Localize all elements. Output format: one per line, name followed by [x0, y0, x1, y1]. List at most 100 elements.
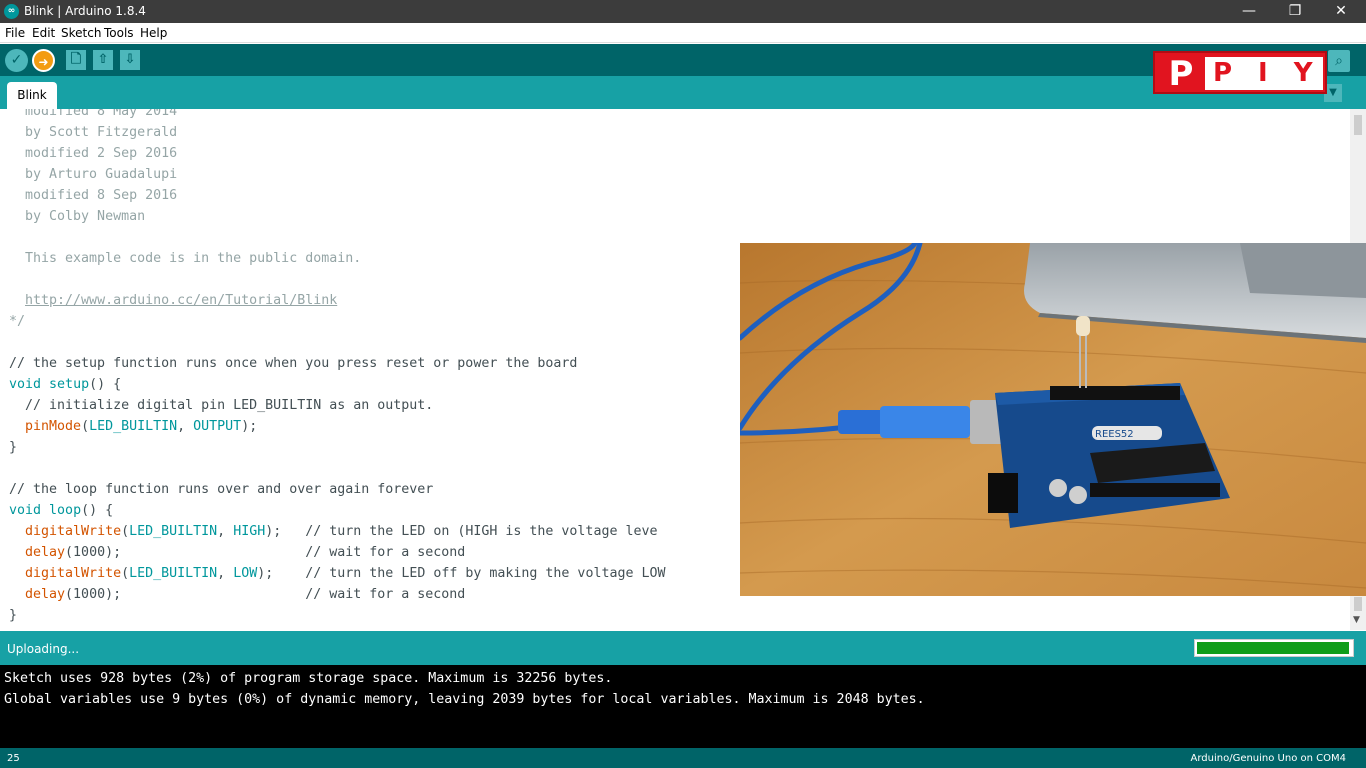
code-token: (: [121, 566, 130, 581]
scrollbar-thumb[interactable]: [1354, 115, 1362, 135]
code-line: http://www.arduino.cc/en/Tutorial/Blink: [9, 290, 666, 311]
code-line: modified 2 Sep 2016: [9, 143, 666, 164]
code-line: void setup() {: [9, 374, 666, 395]
code-token: modified 8 May 2014: [9, 109, 178, 119]
window-title: Blink | Arduino 1.8.4: [24, 4, 146, 18]
code-line: */: [9, 311, 666, 332]
code-token: modified 8 Sep 2016: [9, 188, 178, 203]
line-number: 25: [7, 753, 20, 764]
board-photo-illustration: REES52: [740, 243, 1366, 596]
code-line: // initialize digital pin LED_BUILTIN as…: [9, 395, 666, 416]
scroll-down-icon[interactable]: ▼: [1353, 615, 1360, 625]
minimize-button[interactable]: —: [1226, 0, 1272, 23]
code-token: (: [81, 419, 90, 434]
open-arrow-up-icon: ⇧: [97, 52, 109, 67]
menu-bar: File Edit Sketch Tools Help: [0, 23, 1366, 43]
upload-progress-fill: [1197, 642, 1349, 654]
menu-sketch[interactable]: Sketch: [61, 26, 101, 40]
code-token: ); // turn the LED on (HIGH is the volta…: [265, 524, 658, 539]
code-token: () {: [89, 377, 122, 392]
code-text: modified 8 May 2014 by Scott Fitzgerald …: [9, 109, 666, 626]
arduino-board-photo: REES52: [740, 243, 1366, 596]
code-line: delay(1000); // wait for a second: [9, 542, 666, 563]
code-token: by Scott Fitzgerald: [9, 125, 178, 140]
code-token: This example code is in the public domai…: [9, 251, 362, 266]
code-line: by Colby Newman: [9, 206, 666, 227]
code-token: HIGH: [233, 524, 266, 539]
board-port: Arduino/Genuino Uno on COM4: [1190, 753, 1347, 764]
code-token: by Arturo Guadalupi: [9, 167, 178, 182]
code-token: (1000); // wait for a second: [65, 587, 466, 602]
new-sketch-button[interactable]: 🗋: [66, 50, 86, 70]
code-line: modified 8 May 2014: [9, 109, 666, 122]
code-token: LED_BUILTIN: [129, 524, 218, 539]
verify-button[interactable]: ✓: [5, 49, 28, 72]
code-token[interactable]: http://www.arduino.cc/en/Tutorial/Blink: [25, 293, 337, 308]
code-token: digitalWrite: [25, 524, 122, 539]
code-token: delay: [25, 587, 66, 602]
code-token: // the setup function runs once when you…: [9, 356, 578, 371]
code-line: by Scott Fitzgerald: [9, 122, 666, 143]
code-token: LOW: [233, 566, 258, 581]
code-token: // the loop function runs over and over …: [9, 482, 434, 497]
status-bar: Uploading...: [0, 631, 1366, 665]
code-line: delay(1000); // wait for a second: [9, 584, 666, 605]
code-token: }: [9, 608, 18, 623]
upload-button[interactable]: ➜: [32, 49, 55, 72]
code-line: void loop() {: [9, 500, 666, 521]
restore-button[interactable]: ❐: [1272, 0, 1318, 23]
code-token: digitalWrite: [25, 566, 122, 581]
code-token: by Colby Newman: [9, 209, 146, 224]
menu-file[interactable]: File: [5, 26, 25, 40]
title-bar: ∞ Blink | Arduino 1.8.4 — ❐ ✕: [0, 0, 1366, 23]
new-file-icon: 🗋: [70, 52, 82, 67]
code-token: ); // turn the LED off by making the vol…: [257, 566, 666, 581]
code-token: LED_BUILTIN: [89, 419, 178, 434]
code-token: void: [9, 503, 42, 518]
code-line: pinMode(LED_BUILTIN, OUTPUT);: [9, 416, 666, 437]
menu-help[interactable]: Help: [140, 26, 167, 40]
save-sketch-button[interactable]: ⇩: [120, 50, 140, 70]
code-token: // initialize digital pin LED_BUILTIN as…: [9, 398, 434, 413]
code-token: void: [9, 377, 42, 392]
open-sketch-button[interactable]: ⇧: [93, 50, 113, 70]
code-token: );: [241, 419, 258, 434]
code-token: (: [121, 524, 130, 539]
tab-blink[interactable]: Blink: [7, 82, 57, 109]
code-token: }: [9, 440, 18, 455]
code-token: setup: [49, 377, 90, 392]
logo-wordmark: PIY: [1213, 58, 1339, 88]
menu-edit[interactable]: Edit: [32, 26, 55, 40]
console-line: Global variables use 9 bytes (0%) of dyn…: [4, 692, 925, 707]
code-line: modified 8 Sep 2016: [9, 185, 666, 206]
status-text: Uploading...: [7, 642, 80, 656]
arrow-right-icon: ➜: [38, 55, 49, 69]
output-console[interactable]: Sketch uses 928 bytes (2%) of program st…: [0, 665, 1366, 748]
board-label: REES52: [1095, 429, 1134, 440]
menu-tools[interactable]: Tools: [104, 26, 134, 40]
code-token: ,: [217, 566, 234, 581]
code-token: ,: [177, 419, 194, 434]
code-line: digitalWrite(LED_BUILTIN, LOW); // turn …: [9, 563, 666, 584]
close-button[interactable]: ✕: [1318, 0, 1364, 23]
code-line: digitalWrite(LED_BUILTIN, HIGH); // turn…: [9, 521, 666, 542]
upload-progress-bar: [1194, 639, 1354, 657]
code-token: ,: [217, 524, 234, 539]
arduino-logo-icon: ∞: [4, 4, 19, 19]
code-line: This example code is in the public domai…: [9, 248, 666, 269]
code-token: loop: [49, 503, 82, 518]
logo-wordmark-box: PIY: [1205, 57, 1323, 90]
code-line: // the loop function runs over and over …: [9, 479, 666, 500]
code-line: }: [9, 437, 666, 458]
code-token: (1000); // wait for a second: [65, 545, 466, 560]
